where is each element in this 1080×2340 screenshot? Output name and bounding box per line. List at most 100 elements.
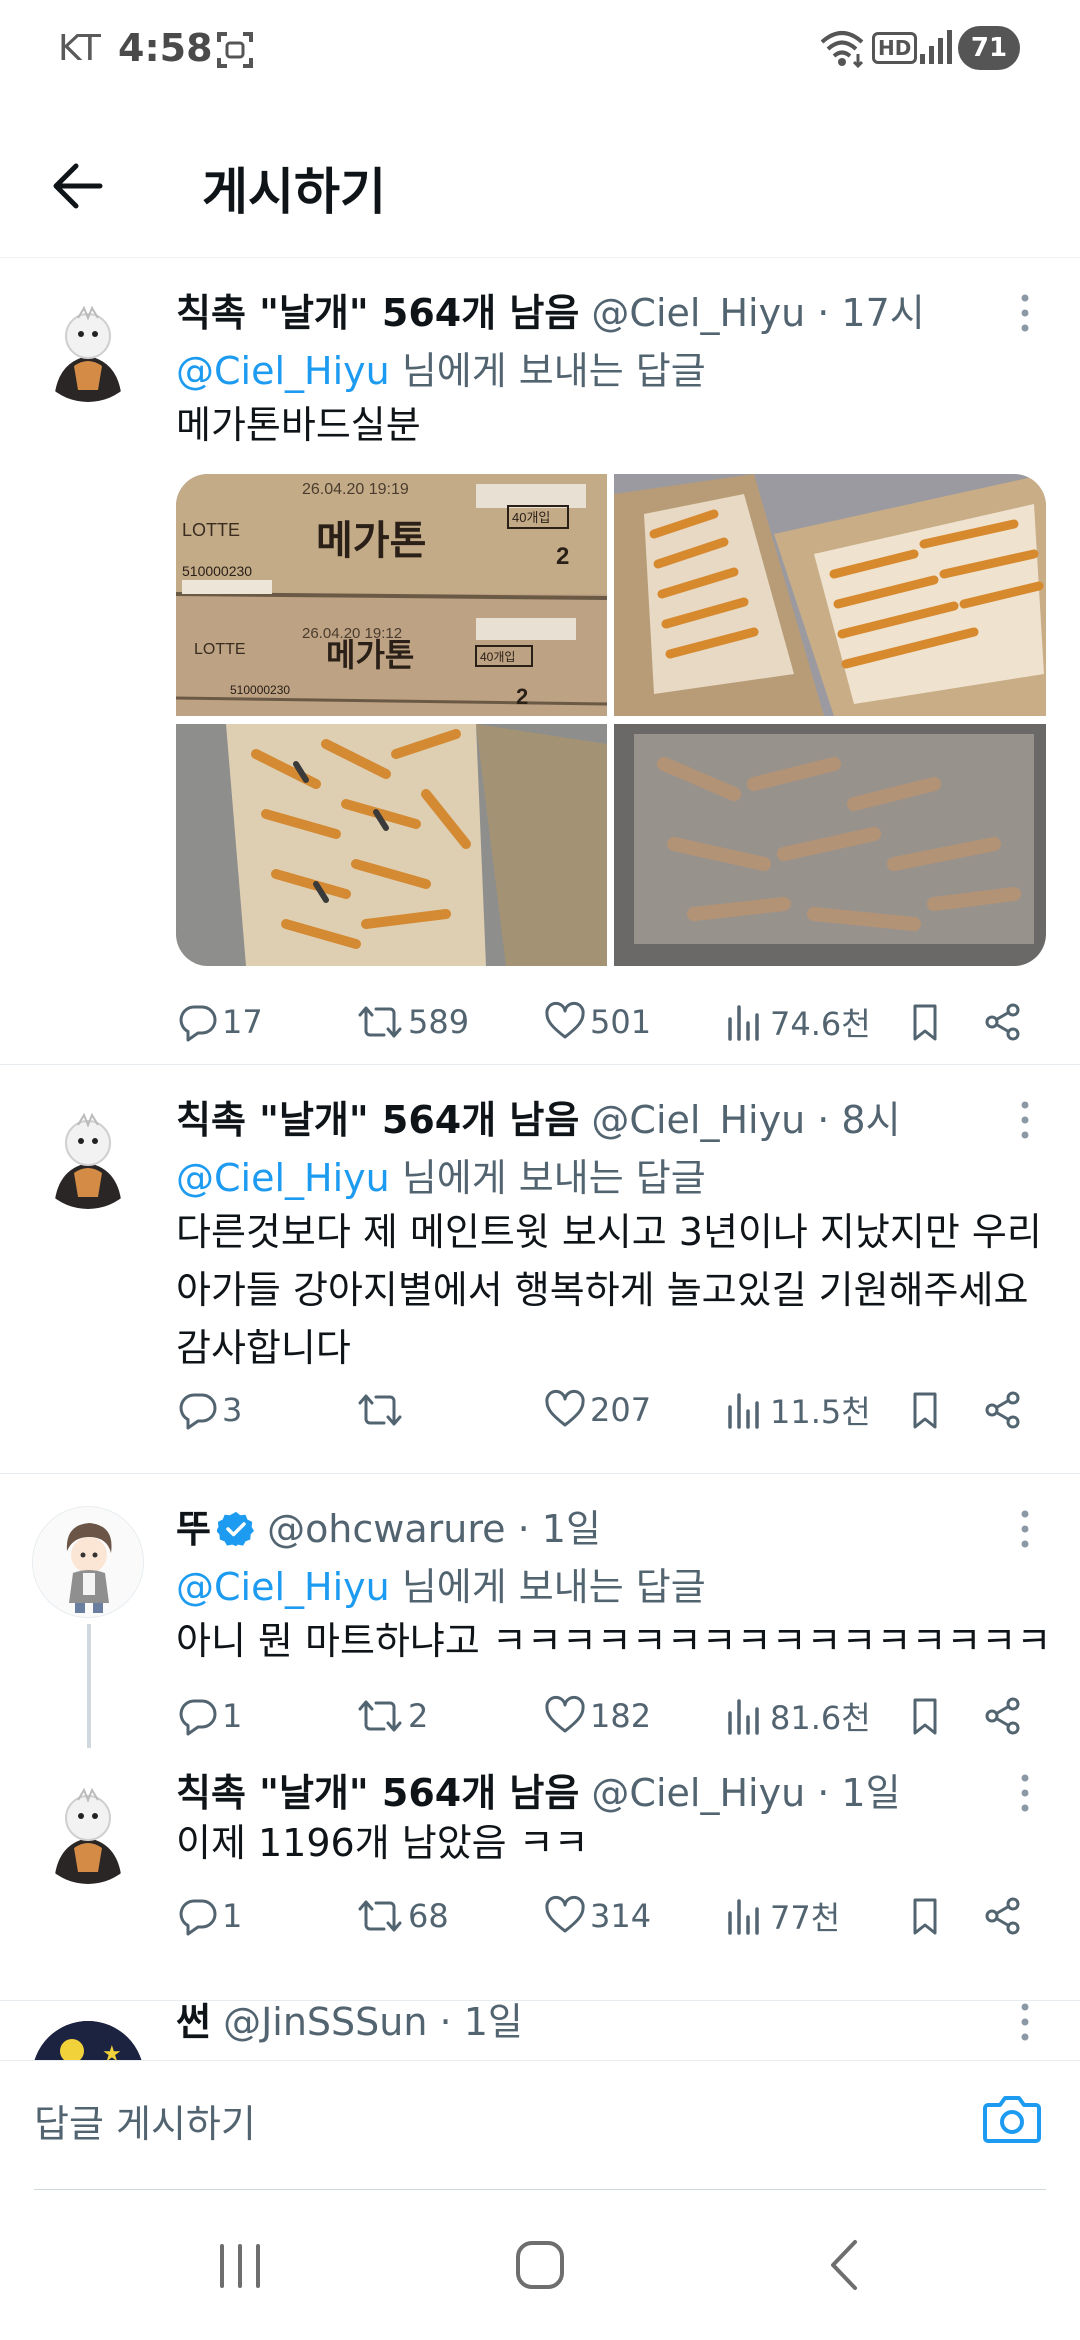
home-button[interactable] — [500, 2230, 580, 2300]
bookmark-button[interactable] — [904, 994, 950, 1050]
like-count: 207 — [590, 1391, 652, 1429]
camera-button[interactable] — [980, 2089, 1044, 2149]
verified-badge-icon — [216, 1510, 255, 1557]
more-options-button[interactable] — [1010, 1997, 1040, 2047]
recent-apps-button[interactable] — [200, 2230, 280, 2300]
more-options-button[interactable] — [1010, 1504, 1040, 1554]
view-count: 74.6천 — [770, 1005, 871, 1043]
retweet-button[interactable]: 68 — [356, 1888, 449, 1944]
recent-apps-icon — [220, 2244, 260, 2288]
more-vertical-icon — [1021, 2003, 1029, 2041]
system-back-button[interactable] — [805, 2230, 885, 2300]
retweet-count: 68 — [408, 1897, 449, 1935]
tweet-time: 17시 — [841, 291, 925, 335]
retweet-icon — [358, 1900, 402, 1932]
tweet[interactable]: 뚜 @ohcwarure · 1일 @Ciel_Hiyu 님에게 보내는 답글 … — [0, 1474, 1080, 1772]
svg-text:2: 2 — [556, 543, 569, 570]
mention-link[interactable]: @Ciel_Hiyu — [176, 349, 390, 393]
avatar[interactable] — [32, 1097, 144, 1209]
user-handle[interactable]: @Ciel_Hiyu — [591, 291, 805, 335]
like-count: 501 — [590, 1003, 652, 1041]
comment-icon — [179, 1899, 217, 1936]
share-button[interactable] — [982, 1688, 1028, 1744]
wifi-icon — [818, 28, 866, 72]
reply-count: 1 — [222, 1897, 243, 1935]
dot-separator: · — [805, 1771, 842, 1815]
like-button[interactable]: 207 — [544, 1382, 651, 1438]
views-button[interactable]: 74.6천 — [724, 994, 871, 1050]
display-name[interactable]: 썬 — [176, 2000, 211, 2044]
reply-button[interactable]: 1 — [176, 1688, 242, 1744]
avatar[interactable] — [32, 1506, 144, 1618]
like-button[interactable]: 501 — [544, 994, 651, 1050]
media-photo-snacks-floor[interactable] — [176, 724, 607, 966]
svg-text:26.04.20 19:19: 26.04.20 19:19 — [302, 481, 409, 498]
bookmark-icon — [913, 1004, 937, 1041]
avatar[interactable] — [32, 1772, 144, 1884]
share-button[interactable] — [982, 994, 1028, 1050]
svg-text:메가톤: 메가톤 — [316, 519, 426, 563]
display-name[interactable]: 칙촉 "날개" 564개 남음 — [176, 1771, 579, 1815]
more-options-button[interactable] — [1010, 1095, 1040, 1145]
retweet-button[interactable] — [356, 1382, 408, 1438]
retweet-button[interactable]: 2 — [356, 1688, 428, 1744]
tweet[interactable]: ★ 썬 @JinSSSun · 1일 — [0, 2000, 1080, 2060]
reply-button[interactable]: 1 — [176, 1888, 242, 1944]
user-handle[interactable]: @Ciel_Hiyu — [591, 1771, 805, 1815]
replying-to-suffix: 님에게 보내는 답글 — [389, 1156, 706, 1200]
comment-icon — [179, 1393, 217, 1430]
tweet[interactable]: 칙촉 "날개" 564개 남음 @Ciel_Hiyu · 17시 @Ciel_H… — [0, 258, 1080, 1064]
retweet-count: 2 — [408, 1697, 429, 1735]
bookmark-button[interactable] — [904, 1888, 950, 1944]
avatar[interactable] — [32, 290, 144, 402]
display-name[interactable]: 뚜 — [176, 1507, 211, 1551]
battery-indicator: 71 — [958, 26, 1020, 70]
retweet-button[interactable]: 589 — [356, 994, 469, 1050]
media-photo-snacks-bin[interactable] — [614, 724, 1046, 966]
views-button[interactable]: 77천 — [724, 1888, 840, 1944]
share-button[interactable] — [982, 1888, 1028, 1944]
user-handle[interactable]: @Ciel_Hiyu — [591, 1098, 805, 1142]
tweet-header: 칙촉 "날개" 564개 남음 @Ciel_Hiyu · 17시 — [176, 282, 925, 337]
like-button[interactable]: 182 — [544, 1688, 651, 1744]
thread-connector-line — [87, 1624, 91, 1748]
reply-feed[interactable]: 칙촉 "날개" 564개 남음 @Ciel_Hiyu · 17시 @Ciel_H… — [0, 258, 1080, 2060]
bookmark-button[interactable] — [904, 1382, 950, 1438]
replying-to: @Ciel_Hiyu 님에게 보내는 답글 — [176, 1147, 706, 1202]
tweet-media-grid[interactable]: LOTTE 메가톤 26.04.20 19:19 40개입 2 51000023… — [176, 474, 1046, 966]
views-button[interactable]: 81.6천 — [724, 1688, 871, 1744]
tweet[interactable]: 칙촉 "날개" 564개 남음 @Ciel_Hiyu · 1일 이제 1196개… — [0, 1771, 1080, 2000]
tweet-header: 뚜 @ohcwarure · 1일 — [176, 1498, 601, 1557]
user-handle[interactable]: @JinSSSun — [223, 2000, 427, 2044]
display-name[interactable]: 칙촉 "날개" 564개 남음 — [176, 1098, 579, 1142]
mention-link[interactable]: @Ciel_Hiyu — [176, 1565, 390, 1609]
media-photo-open-box[interactable] — [614, 474, 1046, 716]
reply-button[interactable]: 3 — [176, 1382, 242, 1438]
reply-count: 3 — [222, 1391, 243, 1429]
reply-button[interactable]: 17 — [176, 994, 263, 1050]
tweet-time: 1일 — [463, 2000, 523, 2044]
avatar[interactable]: ★ — [32, 2021, 144, 2060]
tweet-actions: 1 68 314 77천 — [176, 1888, 1056, 1944]
more-vertical-icon — [1021, 1774, 1029, 1812]
reply-input[interactable]: 답글 게시하기 — [34, 2093, 256, 2148]
views-button[interactable]: 11.5천 — [724, 1382, 871, 1438]
back-button[interactable] — [40, 146, 120, 226]
more-vertical-icon — [1021, 294, 1029, 332]
tweet-text: 아니 뭔 마트하냐고 ㅋㅋㅋㅋㅋㅋㅋㅋㅋㅋㅋㅋㅋㅋㅋㅋ — [176, 1619, 1052, 1663]
analytics-icon — [728, 1699, 759, 1735]
display-name[interactable]: 칙촉 "날개" 564개 남음 — [176, 291, 579, 335]
share-button[interactable] — [982, 1382, 1028, 1438]
mention-link[interactable]: @Ciel_Hiyu — [176, 1156, 390, 1200]
like-button[interactable]: 314 — [544, 1888, 651, 1944]
more-options-button[interactable] — [1010, 1768, 1040, 1818]
tweet[interactable]: 칙촉 "날개" 564개 남음 @Ciel_Hiyu · 8시 @Ciel_Hi… — [0, 1065, 1080, 1473]
analytics-icon — [728, 1393, 759, 1429]
media-photo-boxes[interactable]: LOTTE 메가톤 26.04.20 19:19 40개입 2 51000023… — [176, 474, 608, 716]
bookmark-button[interactable] — [904, 1688, 950, 1744]
svg-text:510000230: 510000230 — [182, 563, 252, 579]
camera-icon — [983, 2096, 1041, 2143]
more-options-button[interactable] — [1010, 288, 1040, 338]
user-handle[interactable]: @ohcwarure — [267, 1507, 505, 1551]
like-count: 314 — [590, 1897, 652, 1935]
